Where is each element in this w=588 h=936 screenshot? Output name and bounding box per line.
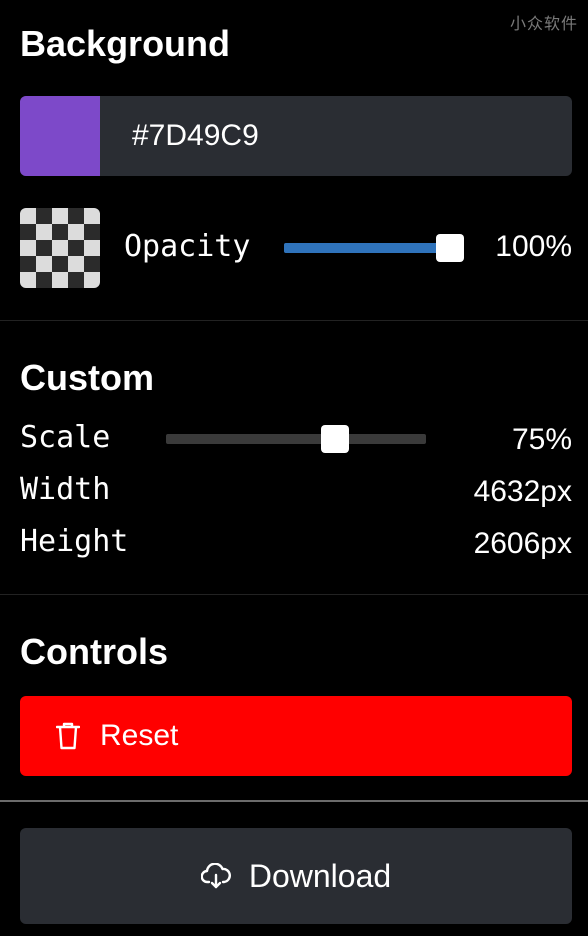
reset-button[interactable]: Reset [20,696,572,776]
width-value: 4632px [473,475,572,508]
controls-heading: Controls [20,631,168,672]
height-value: 2606px [473,527,572,560]
scale-label: Scale [20,420,111,455]
download-button-label: Download [248,857,392,894]
section-divider [0,594,588,595]
opacity-slider-fill [284,243,450,253]
custom-heading: Custom [20,357,154,398]
reset-button-label: Reset [100,719,179,752]
opacity-slider[interactable] [284,234,464,262]
color-field[interactable]: #7D49C9 [20,96,572,176]
download-button[interactable]: Download [20,828,572,924]
transparency-checker-icon [20,208,100,288]
width-label: Width [20,472,111,507]
scale-slider[interactable] [166,425,426,453]
scale-slider-thumb[interactable] [321,425,349,453]
scale-value: 75% [511,423,572,456]
opacity-label: Opacity [124,229,251,264]
footer-divider [0,800,588,802]
height-label: Height [20,524,129,559]
opacity-slider-thumb[interactable] [436,234,464,262]
watermark: 小众软件 [509,16,578,33]
cloud-download-icon [200,863,231,889]
trash-icon [56,722,80,750]
section-divider [0,320,588,321]
color-hex-value[interactable]: #7D49C9 [132,119,259,153]
background-heading: Background [20,23,231,64]
opacity-value: 100% [495,230,572,263]
color-swatch[interactable] [20,96,100,176]
